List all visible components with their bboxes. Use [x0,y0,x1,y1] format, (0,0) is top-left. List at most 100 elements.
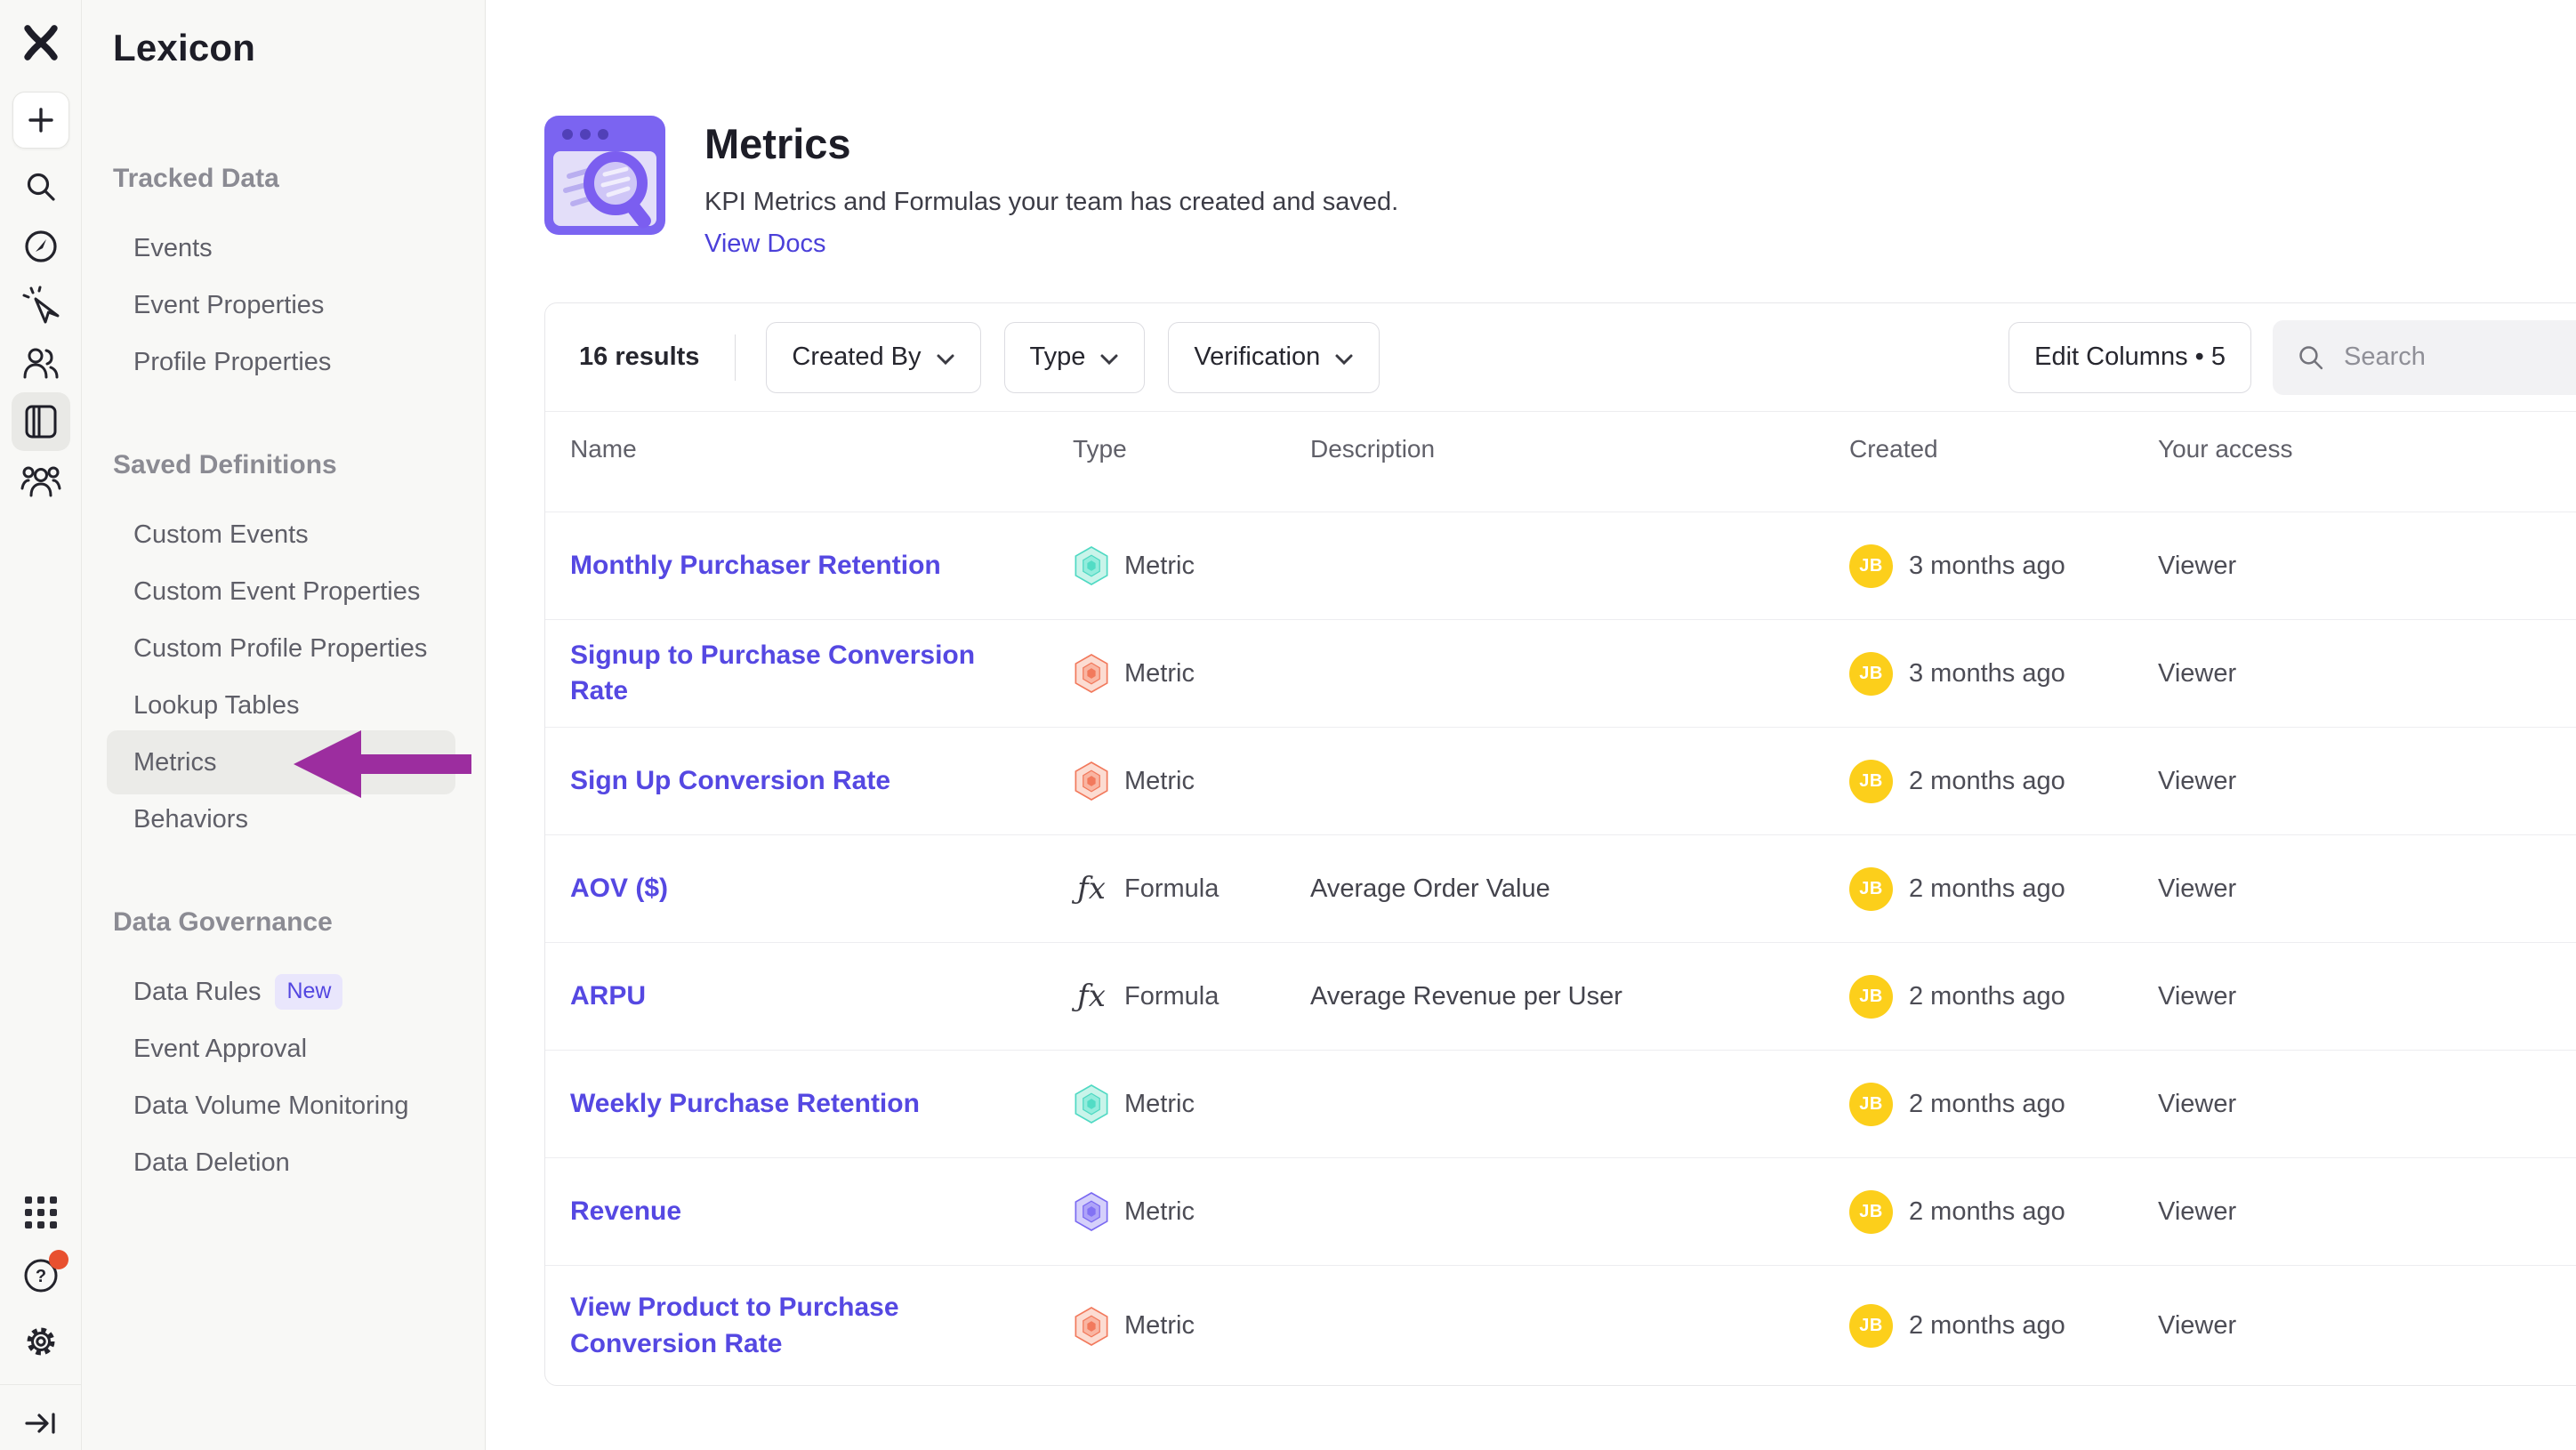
filter-created-by[interactable]: Created By [766,322,980,393]
type-label: Metric [1124,1311,1195,1341]
metric-name-link[interactable]: AOV ($) [570,871,709,907]
cell-created: JB 2 months ago [1824,1266,2133,1386]
created-label: 2 months ago [1909,1197,2065,1227]
sidebar-item-behaviors[interactable]: Behaviors [82,791,485,848]
table-row: View Product to Purchase Conversion Rate… [545,1266,2576,1386]
cell-description [1285,728,1824,834]
column-header-created[interactable]: Created [1824,412,2133,487]
activity-cursor-icon[interactable] [21,286,60,325]
view-docs-link[interactable]: View Docs [704,230,825,259]
filter-type[interactable]: Type [1004,322,1146,393]
metric-name-link[interactable]: ARPU [570,979,687,1015]
filter-verification-label: Verification [1194,342,1320,372]
sidebar-section-tracked-data: Tracked Data [113,163,485,195]
avatar: JB [1849,975,1893,1019]
compass-icon[interactable] [22,228,60,265]
cell-type: Metric [1048,620,1285,727]
sidebar-item-data-rules[interactable]: Data RulesNew [82,963,485,1020]
cell-created: JB 2 months ago [1824,728,2133,834]
metric-teal-icon [1073,1083,1110,1124]
filter-created-by-label: Created By [792,342,921,372]
settings-gear-icon[interactable] [21,1322,60,1361]
users-icon[interactable] [21,343,60,383]
edit-columns-label: Edit Columns • 5 [2034,342,2226,372]
type-label: Metric [1124,767,1195,796]
metric-name-link[interactable]: Weekly Purchase Retention [570,1086,961,1123]
formula-icon: ƒx [1073,871,1110,906]
cell-description [1285,1158,1824,1265]
created-label: 3 months ago [1909,659,2065,689]
metric-name-link[interactable]: Revenue [570,1194,722,1230]
created-label: 2 months ago [1909,1090,2065,1119]
cell-access: Viewer [2133,1266,2576,1386]
annotation-arrow [294,730,361,798]
sidebar-item-data-deletion[interactable]: Data Deletion [82,1134,485,1191]
metrics-table-card: 16 results Created By Type Verification … [544,302,2576,1386]
cell-description: Average Revenue per User [1285,943,1824,1050]
results-count: 16 results [579,342,699,372]
filter-verification[interactable]: Verification [1168,322,1380,393]
created-label: 2 months ago [1909,1311,2065,1341]
metric-name-link[interactable]: Signup to Purchase Conversion Rate [570,638,1048,710]
filter-bar: 16 results Created By Type Verification … [545,303,2576,412]
cell-created: JB 2 months ago [1824,835,2133,942]
search-input[interactable] [2344,342,2566,372]
create-new-button[interactable] [12,92,69,149]
sidebar-item-events[interactable]: Events [82,220,485,277]
rail-divider [0,1384,82,1385]
cell-created: JB 2 months ago [1824,1051,2133,1157]
metric-teal-icon [1073,545,1110,586]
sidebar-item-event-approval[interactable]: Event Approval [82,1020,485,1077]
metric-red-icon [1073,761,1110,802]
cell-access: Viewer [2133,512,2576,619]
mixpanel-logo-icon[interactable] [20,22,61,63]
metric-name-link[interactable]: View Product to Purchase Conversion Rate [570,1290,1048,1362]
column-header-name[interactable]: Name [545,412,1048,487]
created-label: 2 months ago [1909,874,2065,904]
column-header-access[interactable]: Your access [2133,412,2576,487]
column-header-type[interactable]: Type [1048,412,1285,487]
sidebar-item-custom-events[interactable]: Custom Events [82,506,485,563]
type-label: Formula [1124,982,1219,1011]
sidebar-item-custom-profile-properties[interactable]: Custom Profile Properties [82,620,485,677]
sidebar-item-profile-properties[interactable]: Profile Properties [82,334,485,391]
search-box[interactable] [2273,320,2576,395]
type-label: Metric [1124,659,1195,689]
sidebar-item-custom-event-properties[interactable]: Custom Event Properties [82,563,485,620]
main-content: Metrics KPI Metrics and Formulas your te… [486,0,2576,1450]
created-label: 2 months ago [1909,767,2065,796]
cell-created: JB 2 months ago [1824,943,2133,1050]
group-icon[interactable] [20,462,61,501]
cell-created: JB 2 months ago [1824,1158,2133,1265]
created-label: 2 months ago [1909,982,2065,1011]
metrics-hero-icon [543,112,667,238]
cell-type: Metric [1048,1266,1285,1386]
metric-red-icon [1073,1306,1110,1347]
cell-name: Monthly Purchaser Retention [545,512,1048,619]
metric-name-link[interactable]: Sign Up Conversion Rate [570,763,931,800]
table-row: ARPU ƒx Formula Average Revenue per User… [545,943,2576,1051]
sidebar-title: Lexicon [113,27,485,69]
page-subtitle: KPI Metrics and Formulas your team has c… [704,188,1398,217]
help-icon[interactable]: ? [21,1256,60,1295]
cell-description [1285,1266,1824,1386]
type-label: Metric [1124,1090,1195,1119]
cell-access: Viewer [2133,728,2576,834]
column-header-description[interactable]: Description [1285,412,1824,487]
apps-grid-icon[interactable] [23,1195,59,1230]
cell-created: JB 3 months ago [1824,512,2133,619]
table-row: Weekly Purchase Retention Metric JB 2 mo… [545,1051,2576,1158]
chevron-down-icon [936,353,955,366]
cell-type: Metric [1048,1051,1285,1157]
sidebar-section-saved-definitions: Saved Definitions [113,449,485,481]
collapse-sidebar-icon[interactable] [23,1407,59,1439]
type-label: Formula [1124,874,1219,904]
sidebar-item-lookup-tables[interactable]: Lookup Tables [82,677,485,734]
sidebar-item-event-properties[interactable]: Event Properties [82,277,485,334]
table-row: Signup to Purchase Conversion Rate Metri… [545,620,2576,728]
sidebar-item-data-volume-monitoring[interactable]: Data Volume Monitoring [82,1077,485,1134]
edit-columns-button[interactable]: Edit Columns • 5 [2008,322,2251,393]
metric-name-link[interactable]: Monthly Purchaser Retention [570,548,982,584]
search-icon[interactable] [23,169,59,205]
lexicon-book-icon[interactable] [22,402,60,441]
